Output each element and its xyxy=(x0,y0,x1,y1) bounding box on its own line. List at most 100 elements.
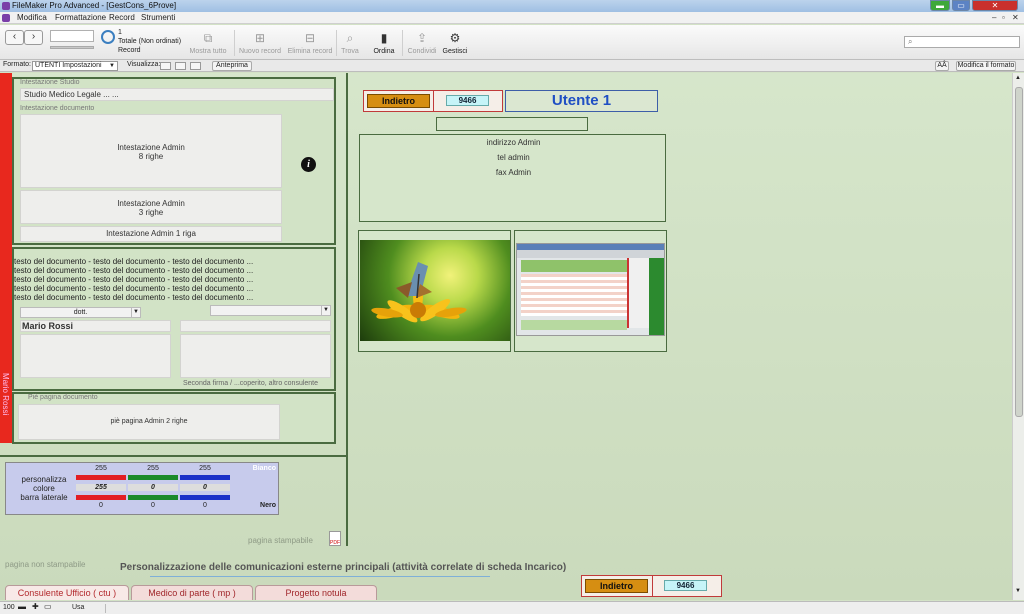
table-view-button[interactable] xyxy=(190,62,201,70)
status-toolbar: ‹ › 1 Totale (Non ordinati) Record ⧉ Mos… xyxy=(0,25,1024,60)
green-input[interactable]: 0 xyxy=(128,484,178,491)
menu-modifica[interactable]: Modifica xyxy=(17,13,47,22)
second-title-dropdown[interactable]: ▼ xyxy=(210,305,331,316)
signature-area-2[interactable] xyxy=(180,334,331,378)
next-record-button[interactable]: › xyxy=(24,30,43,45)
record-number-input[interactable] xyxy=(50,30,94,42)
record-pie-icon xyxy=(101,30,115,44)
scroll-down-icon[interactable]: ▼ xyxy=(1015,588,1021,594)
mode-label[interactable]: Usa xyxy=(72,604,84,611)
menu-strumenti[interactable]: Strumenti xyxy=(141,13,175,22)
signature-area-1[interactable] xyxy=(20,334,171,378)
find-icon: ⌕ xyxy=(346,31,354,45)
menu-record[interactable]: Record xyxy=(109,13,135,22)
doc-minimize-icon[interactable]: – xyxy=(992,13,996,22)
status-bar: 100 ▬ ✚ ▭ Usa xyxy=(0,601,1024,614)
record-slider[interactable] xyxy=(50,46,94,49)
maximize-button[interactable]: ▭ xyxy=(952,0,970,11)
separator xyxy=(652,576,653,596)
screenshot-thumbnail[interactable] xyxy=(516,243,665,336)
zoom-in-icon[interactable]: ✚ xyxy=(32,602,39,611)
show-all-button[interactable]: Mostra tutto xyxy=(186,48,230,55)
admin-8-lines-field[interactable]: Intestazione Admin 8 righe xyxy=(20,114,282,188)
red-input[interactable]: 255 xyxy=(76,484,126,491)
doc-restore-icon[interactable]: ▫ xyxy=(1002,13,1005,22)
second-signer-field[interactable] xyxy=(180,320,331,332)
fax-field[interactable]: fax Admin xyxy=(360,168,667,177)
edit-layout-button[interactable]: Modifica il formato xyxy=(956,61,1016,71)
red-bar-2 xyxy=(76,495,126,500)
quick-find-input[interactable]: ⌕ xyxy=(904,36,1020,48)
tab-medico-di-parte[interactable]: Medico di parte ( mp ) xyxy=(131,585,253,600)
pdf-icon[interactable]: PDF xyxy=(329,531,341,546)
blue-input[interactable]: 0 xyxy=(180,484,230,491)
printable-page-label: pagina stampabile xyxy=(248,536,313,545)
chevron-down-icon: ▼ xyxy=(321,306,330,315)
font-size-button[interactable]: AÂ xyxy=(935,61,949,71)
menu-formattazione[interactable]: Formattazione xyxy=(55,13,106,22)
doc-icon xyxy=(2,14,10,22)
green-bar xyxy=(128,475,178,480)
preview-button[interactable]: Anteprima xyxy=(212,61,252,71)
prev-record-button[interactable]: ‹ xyxy=(5,30,24,45)
doc-close-icon[interactable]: ✕ xyxy=(1012,13,1019,22)
find-button[interactable]: Trova xyxy=(336,48,364,55)
white-label: Bianco xyxy=(252,465,276,472)
sort-button[interactable]: Ordina xyxy=(368,48,400,55)
list-view-button[interactable] xyxy=(175,62,186,70)
status-toggle-icon[interactable]: ▭ xyxy=(44,602,52,611)
format-label: Formato: xyxy=(3,61,32,68)
red-bottom: 0 xyxy=(99,502,103,509)
zoom-level[interactable]: 100 xyxy=(3,604,15,611)
color-label-1: personalizza xyxy=(21,475,67,484)
admin3-line1: Intestazione Admin xyxy=(117,199,185,208)
back-button[interactable]: Indietro xyxy=(367,94,430,108)
footer-field[interactable]: piè pagina Admin 2 righe xyxy=(18,404,280,440)
second-sig-note: Seconda firma / ...coperito, altro consu… xyxy=(183,380,319,387)
close-button[interactable]: ✕ xyxy=(972,0,1018,11)
share-button[interactable]: Condividi xyxy=(404,48,440,55)
scroll-thumb[interactable] xyxy=(1015,87,1023,417)
green-bottom: 0 xyxy=(151,502,155,509)
contact-box: indirizzo Admin tel admin fax Admin xyxy=(359,134,666,222)
separator xyxy=(234,30,235,56)
butterfly-image[interactable] xyxy=(360,240,510,341)
new-record-button[interactable]: Nuovo record xyxy=(236,48,284,55)
address-field[interactable]: indirizzo Admin xyxy=(360,138,667,147)
vertical-scrollbar[interactable]: ▲ ▼ xyxy=(1012,73,1024,600)
manage-button[interactable]: Gestisci xyxy=(440,48,470,55)
separator xyxy=(105,604,106,613)
info-icon[interactable]: i xyxy=(301,157,316,172)
thumb-green xyxy=(649,258,664,335)
section-title: Personalizzazione delle comunicazioni es… xyxy=(120,562,567,573)
format-select[interactable]: UTENTI Impostazioni ▼ xyxy=(32,61,118,71)
title-value: dott. xyxy=(73,309,88,316)
minimize-button[interactable]: ▬ xyxy=(930,0,950,11)
butterfly-flower-icon xyxy=(371,262,467,323)
sort-icon: ▮ xyxy=(380,31,388,45)
studio-field[interactable]: Studio Medico Legale ... ... xyxy=(20,88,334,101)
back-button-bottom[interactable]: Indietro xyxy=(585,579,648,593)
red-bar xyxy=(76,475,126,480)
signer-name-field[interactable]: Mario Rossi xyxy=(20,320,171,332)
admin-3-lines-field[interactable]: Intestazione Admin 3 righe xyxy=(20,190,282,224)
title-underline xyxy=(150,576,490,577)
tab-consulente-ufficio[interactable]: Consulente Ufficio ( ctu ) xyxy=(5,585,129,600)
non-printable-page-label: pagina non stampabile xyxy=(5,560,86,569)
form-view-button[interactable] xyxy=(160,62,171,70)
sidebar-color-bar: Mario Rossi xyxy=(0,73,12,443)
zoom-out-icon[interactable]: ▬ xyxy=(18,602,26,611)
doc-header-label: Intestazione documento xyxy=(20,105,95,112)
menu-bar: Modifica Formattazione Record Strumenti … xyxy=(0,12,1024,24)
phone-field[interactable]: tel admin xyxy=(360,153,667,162)
user-field[interactable] xyxy=(436,117,588,131)
scroll-up-icon[interactable]: ▲ xyxy=(1015,75,1021,81)
tab-progetto-notula[interactable]: Progetto notula xyxy=(255,585,377,600)
view-label: Visualizza: xyxy=(127,61,161,68)
admin8-line2: 8 righe xyxy=(138,152,164,161)
title-dropdown[interactable]: dott. ▼ xyxy=(20,307,141,318)
delete-record-button[interactable]: Elimina record xyxy=(284,48,336,55)
separator xyxy=(433,91,434,111)
admin-1-line-field[interactable]: Intestazione Admin 1 riga xyxy=(20,226,282,242)
body-line-3: testo del documento - testo del document… xyxy=(14,275,254,284)
